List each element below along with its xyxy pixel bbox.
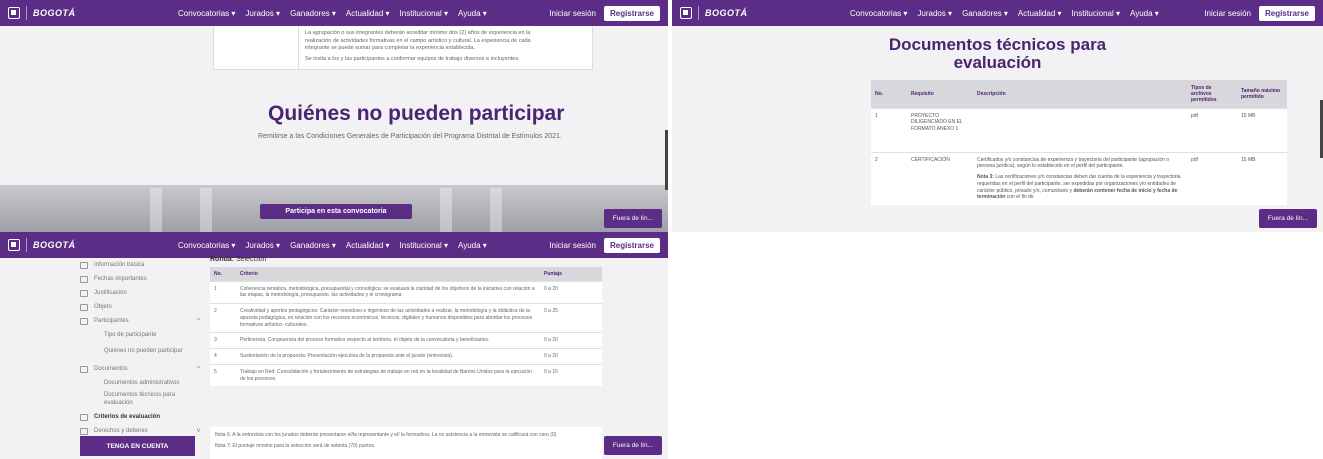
menu-convocatorias[interactable]: Convocatorias ▾ [178,9,235,18]
main-menu: Convocatorias ▾ Jurados ▾ Ganadores ▾ Ac… [850,9,1204,18]
crest-icon [680,7,692,19]
logo[interactable]: BOGOTÁ [680,6,850,20]
table-row: 2 CERTIFICACIÓN Certificados y/o constan… [871,151,1287,205]
sidebar-item-objeto[interactable]: Objeto [80,300,200,314]
menu-institucional[interactable]: Institucional ▾ [400,241,448,250]
scale-icon [80,427,88,435]
participa-button[interactable]: Participa en esta convocatoria [260,204,412,219]
ronda-label: Ronda: Selección [210,256,267,263]
menu-ganadores[interactable]: Ganadores ▾ [290,9,336,18]
page-title: Documentos técnicos para evaluación [888,35,1107,72]
page-title: Quiénes no pueden participar [268,102,565,125]
chevron-up-icon: ^ [197,318,200,324]
register-button[interactable]: Registrarse [1258,5,1315,21]
people-icon [80,317,88,325]
sidebar-item-criterios[interactable]: Criterios de evaluación [80,410,200,424]
offline-chat-button[interactable]: Fuera de lín... [1258,209,1317,228]
menu-jurados[interactable]: Jurados ▾ [245,9,280,18]
menu-ayuda[interactable]: Ayuda ▾ [458,241,487,250]
menu-institucional[interactable]: Institucional ▾ [1072,9,1120,18]
criteria-table: No. Criterio Puntaje 1 Coherencia temáti… [210,267,602,387]
sidebar: Información básica Fechas importantes Ju… [80,258,200,438]
criteria-notes: Nota 6: A la entrevista con los jurados … [210,427,602,459]
register-button[interactable]: Registrarse [603,5,660,21]
menu-ganadores[interactable]: Ganadores ▾ [290,241,336,250]
brand-name: BOGOTÁ [33,8,76,18]
offline-chat-button[interactable]: Fuera de lín... [603,436,662,455]
document-icon [80,289,88,297]
crest-icon [8,7,20,19]
sidebar-item-documentos[interactable]: Documentos ^ [80,362,200,376]
menu-convocatorias[interactable]: Convocatorias ▾ [178,241,235,250]
table-row: 1 Coherencia temática, metodológica, pre… [210,280,602,304]
target-icon [80,303,88,311]
menu-institucional[interactable]: Institucional ▾ [400,9,448,18]
menu-actualidad[interactable]: Actualidad ▾ [346,9,390,18]
sidebar-sub-administrativos[interactable]: Documentos administrativos [80,376,200,390]
menu-convocatorias[interactable]: Convocatorias ▾ [850,9,907,18]
brand-name: BOGOTÁ [705,8,748,18]
info-icon [80,261,88,269]
list-icon [80,413,88,421]
login-link[interactable]: Iniciar sesión [549,241,596,250]
sidebar-item-informacion[interactable]: Información básica [80,258,200,272]
sidebar-sub-quienes[interactable]: Quiénes no pueden participar [80,342,200,362]
login-link[interactable]: Iniciar sesión [1204,9,1251,18]
document-icon [80,365,88,373]
menu-jurados[interactable]: Jurados ▾ [917,9,952,18]
top-navbar: BOGOTÁ Convocatorias ▾ Jurados ▾ Ganador… [672,0,1323,26]
sidebar-item-participantes[interactable]: Participantes ^ [80,314,200,328]
screenshot-panel-criterios: BOGOTÁ Convocatorias ▾ Jurados ▾ Ganador… [0,232,668,459]
sidebar-item-fechas[interactable]: Fechas importantes [80,272,200,286]
register-button[interactable]: Registrarse [603,237,660,253]
screenshot-panel-documentos-tecnicos: BOGOTÁ Convocatorias ▾ Jurados ▾ Ganador… [672,0,1323,232]
logo[interactable]: BOGOTÁ [8,238,178,252]
table-row: 2 Creatividad y aportes pedagógicos: Car… [210,302,602,333]
menu-ayuda[interactable]: Ayuda ▾ [1130,9,1159,18]
documents-table: No. Requisito Descripción Tipos de archi… [871,80,1287,205]
brand-name: BOGOTÁ [33,240,76,250]
menu-ayuda[interactable]: Ayuda ▾ [458,9,487,18]
perfil-box: La agrupación o sus integrantes deberán … [213,26,593,70]
scrollbar[interactable] [665,130,668,190]
main-menu: Convocatorias ▾ Jurados ▾ Ganadores ▾ Ac… [178,241,549,250]
chevron-up-icon: ^ [197,366,200,372]
sidebar-item-justificacion[interactable]: Justificación [80,286,200,300]
menu-actualidad[interactable]: Actualidad ▾ [346,241,390,250]
tenga-en-cuenta-button[interactable]: TENGA EN CUENTA [80,436,195,456]
crest-icon [8,239,20,251]
table-row: 3 Pertinencia: Congruencia del proceso f… [210,332,602,349]
menu-ganadores[interactable]: Ganadores ▾ [962,9,1008,18]
top-navbar: BOGOTÁ Convocatorias ▾ Jurados ▾ Ganador… [0,0,668,26]
table-row: 4 Sustentación de la propuesta: Presenta… [210,348,602,365]
table-row: 5 Trabajo en Red: Consolidación y fortal… [210,363,602,387]
logo[interactable]: BOGOTÁ [8,6,178,20]
sidebar-sub-tecnicos[interactable]: Documentos técnicos para evaluación [80,390,200,410]
menu-actualidad[interactable]: Actualidad ▾ [1018,9,1062,18]
calendar-icon [80,275,88,283]
sidebar-sub-tipo[interactable]: Tipo de participante [80,328,200,342]
chevron-down-icon: v [197,428,200,434]
offline-chat-button[interactable]: Fuera de lín... [603,209,662,228]
login-link[interactable]: Iniciar sesión [549,9,596,18]
table-row: 1 PROYECTO DILIGENCIADO EN EL FORMATO AN… [871,107,1287,152]
main-menu: Convocatorias ▾ Jurados ▾ Ganadores ▾ Ac… [178,9,549,18]
page-subtitle: Remitirse a las Condiciones Generales de… [258,133,562,140]
menu-jurados[interactable]: Jurados ▾ [245,241,280,250]
top-navbar: BOGOTÁ Convocatorias ▾ Jurados ▾ Ganador… [0,232,668,258]
screenshot-panel-quienes-no-pueden: BOGOTÁ Convocatorias ▾ Jurados ▾ Ganador… [0,0,668,232]
